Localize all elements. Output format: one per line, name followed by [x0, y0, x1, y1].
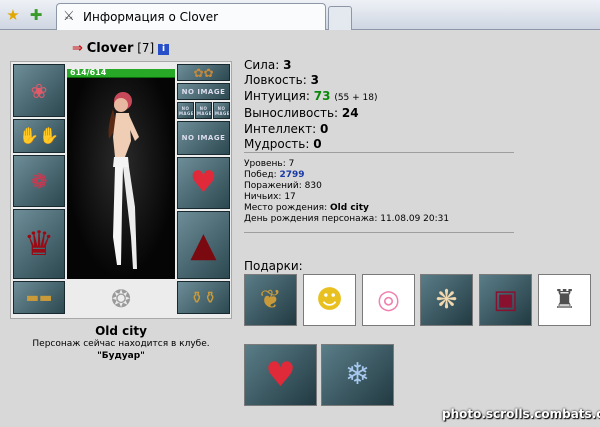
- gift-item[interactable]: ❦: [244, 274, 297, 326]
- new-tab-button[interactable]: [328, 6, 352, 30]
- gift-item[interactable]: ♜: [538, 274, 591, 326]
- slot-ring-3[interactable]: NO IMAGE: [213, 102, 230, 119]
- active-tab[interactable]: ⚔ Информация о Clover: [56, 3, 326, 30]
- watermark: photo.scrolls.combats.com: [442, 407, 600, 421]
- gift-item[interactable]: ♥: [244, 344, 317, 406]
- gold-belt-icon: ▬▬: [25, 289, 53, 306]
- rubber-duck-icon: ♜: [552, 285, 577, 315]
- slot-bracers[interactable]: ✋✋: [13, 119, 65, 153]
- smiley-icon: ☻: [315, 285, 344, 315]
- info-level: Уровень: 7: [244, 159, 295, 169]
- slot-shield[interactable]: ♥: [177, 157, 230, 209]
- slot-earrings[interactable]: ✿✿: [177, 64, 230, 81]
- location-club: "Будуар": [97, 351, 145, 361]
- gift-item[interactable]: ◎: [362, 274, 415, 326]
- browser-tab-bar: ★ ✚ ⚔ Информация о Clover: [0, 0, 600, 30]
- character-portrait: 614/614: [67, 69, 175, 279]
- dark-red-skirt-icon: ▲: [190, 225, 217, 265]
- heart-frame-icon: ♥: [265, 355, 296, 395]
- gift-item[interactable]: ❋: [420, 274, 473, 326]
- character-doll: ❀ ✋✋ ❁ ♛ ▬▬ 614/614 ✿✿ NO IMAGE NO IMAGE…: [10, 61, 232, 319]
- love-heart-icon: ♥: [190, 165, 217, 200]
- info-losses: Поражений: 830: [244, 181, 322, 192]
- slot-armor[interactable]: ♛: [13, 209, 65, 279]
- slot-ring-1[interactable]: NO IMAGE: [177, 102, 194, 119]
- stat-intuition: Интуиция: 73 (55 + 18): [244, 88, 378, 103]
- no-image-label: NO IMAGE: [181, 134, 226, 142]
- folding-fan-icon: ❋: [435, 285, 458, 315]
- slot-leggings[interactable]: ▲: [177, 211, 230, 279]
- character-name: Clover: [86, 41, 134, 56]
- gift-item[interactable]: ☻: [303, 274, 356, 326]
- new-year-card-icon: ❄: [344, 357, 371, 392]
- no-image-label: NO IMAGE: [181, 87, 226, 96]
- slot-boots[interactable]: ⚱⚱: [177, 281, 230, 314]
- character-city: Old city: [95, 324, 147, 338]
- info-icon[interactable]: i: [158, 44, 170, 55]
- no-image-label: NO IMAGE: [177, 105, 194, 116]
- gifts-label: Подарки:: [244, 259, 303, 273]
- rose-bouquet-icon: ❁: [30, 169, 48, 193]
- stats-list: Сила: 3 Ловкость: 3 Интуиция: 73 (55 + 1…: [244, 58, 378, 152]
- star-bookmark-icon[interactable]: ★: [4, 6, 22, 24]
- hp-bar: 614/614: [67, 69, 175, 78]
- earrings-icon: ✿✿: [193, 65, 214, 80]
- info-wins: Побед: 2799: [244, 170, 305, 181]
- gift-item[interactable]: ❄: [321, 344, 394, 406]
- slot-gloves[interactable]: NO IMAGE: [177, 121, 230, 155]
- hp-text: 614/614: [70, 69, 107, 77]
- stat-agility: Ловкость: 3: [244, 73, 319, 88]
- red-arrow-icon: ⇒: [72, 41, 83, 56]
- stat-strength: Сила: 3: [244, 58, 292, 72]
- location-text: Персонаж сейчас находится в клубе.: [32, 339, 210, 349]
- character-level: [7]: [137, 41, 155, 55]
- book-icon: ▣: [493, 285, 518, 315]
- info-draws: Ничьих: 17: [244, 192, 296, 203]
- pink-bracelet-icon: ◎: [377, 285, 400, 315]
- gold-boots-icon: ⚱⚱: [190, 287, 217, 307]
- divider: [244, 152, 514, 153]
- gold-bracers-icon: ✋✋: [19, 126, 59, 145]
- info-birthplace: Место рождения: Old city: [244, 203, 369, 214]
- stat-wisdom: Мудрость: 0: [244, 137, 322, 152]
- slot-helmet[interactable]: ❀: [13, 64, 65, 117]
- stat-endurance: Выносливость: 24: [244, 106, 359, 121]
- gift-item[interactable]: ▣: [479, 274, 532, 326]
- add-bookmark-icon[interactable]: ✚: [27, 6, 45, 24]
- gold-branch-icon: ❦: [259, 285, 282, 315]
- character-info: Уровень: 7 Побед: 2799 Поражений: 830 Ни…: [244, 159, 449, 226]
- slot-belt[interactable]: ▬▬: [13, 281, 65, 314]
- flower-wreath-icon: ❀: [30, 78, 48, 103]
- no-image-label: NO IMAGE: [195, 105, 212, 116]
- clan-emblem-icon: ❂: [110, 285, 132, 313]
- info-birthday: День рождения персонажа: 11.08.09 20:31: [244, 214, 450, 225]
- red-dress-icon: ♛: [23, 224, 55, 264]
- slot-amulet[interactable]: NO IMAGE: [177, 83, 230, 100]
- tab-title: Информация о Clover: [83, 10, 219, 24]
- slot-weapon[interactable]: ❁: [13, 155, 65, 207]
- no-image-label: NO IMAGE: [213, 105, 230, 116]
- crossed-swords-icon: ⚔: [63, 9, 75, 24]
- divider: [244, 232, 514, 233]
- slot-ring-2[interactable]: NO IMAGE: [195, 102, 212, 119]
- stat-intellect: Интеллект: 0: [244, 121, 329, 136]
- character-figure: [108, 92, 139, 269]
- character-header: ⇒ Clover [7] i: [72, 40, 170, 56]
